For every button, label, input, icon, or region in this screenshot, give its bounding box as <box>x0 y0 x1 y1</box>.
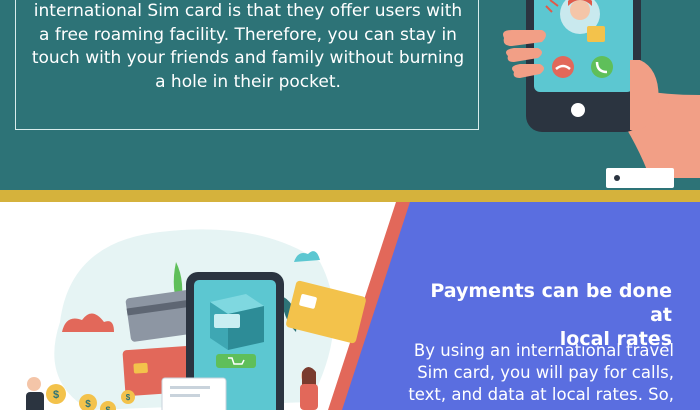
paragraph-line: international Sim card is that they offe… <box>33 1 463 21</box>
paragraph-line: Sim card, you will pay for calls, <box>417 363 674 382</box>
payments-paragraph: By using an international travel Sim car… <box>392 340 674 406</box>
mobile-payment-illustration: $ $ $ $ <box>26 229 366 410</box>
svg-text:$: $ <box>105 405 110 410</box>
paragraph-line: By using an international travel <box>413 341 674 360</box>
roaming-section: international Sim card is that they offe… <box>0 0 700 190</box>
paragraph-line: touch with your friends and family witho… <box>31 48 465 68</box>
dollar-coin-icon: $ <box>121 390 135 404</box>
svg-text:$: $ <box>126 393 131 402</box>
paragraph-line: a free roaming facility. Therefore, you … <box>39 24 457 45</box>
cart-icon <box>216 354 256 368</box>
phone-icon <box>591 56 613 78</box>
phone-down-icon <box>552 56 574 78</box>
dollar-coin-icon: $ <box>46 384 66 404</box>
paragraph-line: a hole in their pocket. <box>155 71 341 92</box>
heading-line: Payments can be done at <box>430 280 672 326</box>
phone-call-illustration <box>503 0 700 188</box>
section-divider <box>0 190 700 202</box>
paragraph-line: text, and data at local rates. So, <box>408 385 674 404</box>
roaming-paragraph: international Sim card is that they offe… <box>24 0 472 94</box>
svg-text:$: $ <box>53 389 59 401</box>
svg-text:$: $ <box>85 399 91 410</box>
